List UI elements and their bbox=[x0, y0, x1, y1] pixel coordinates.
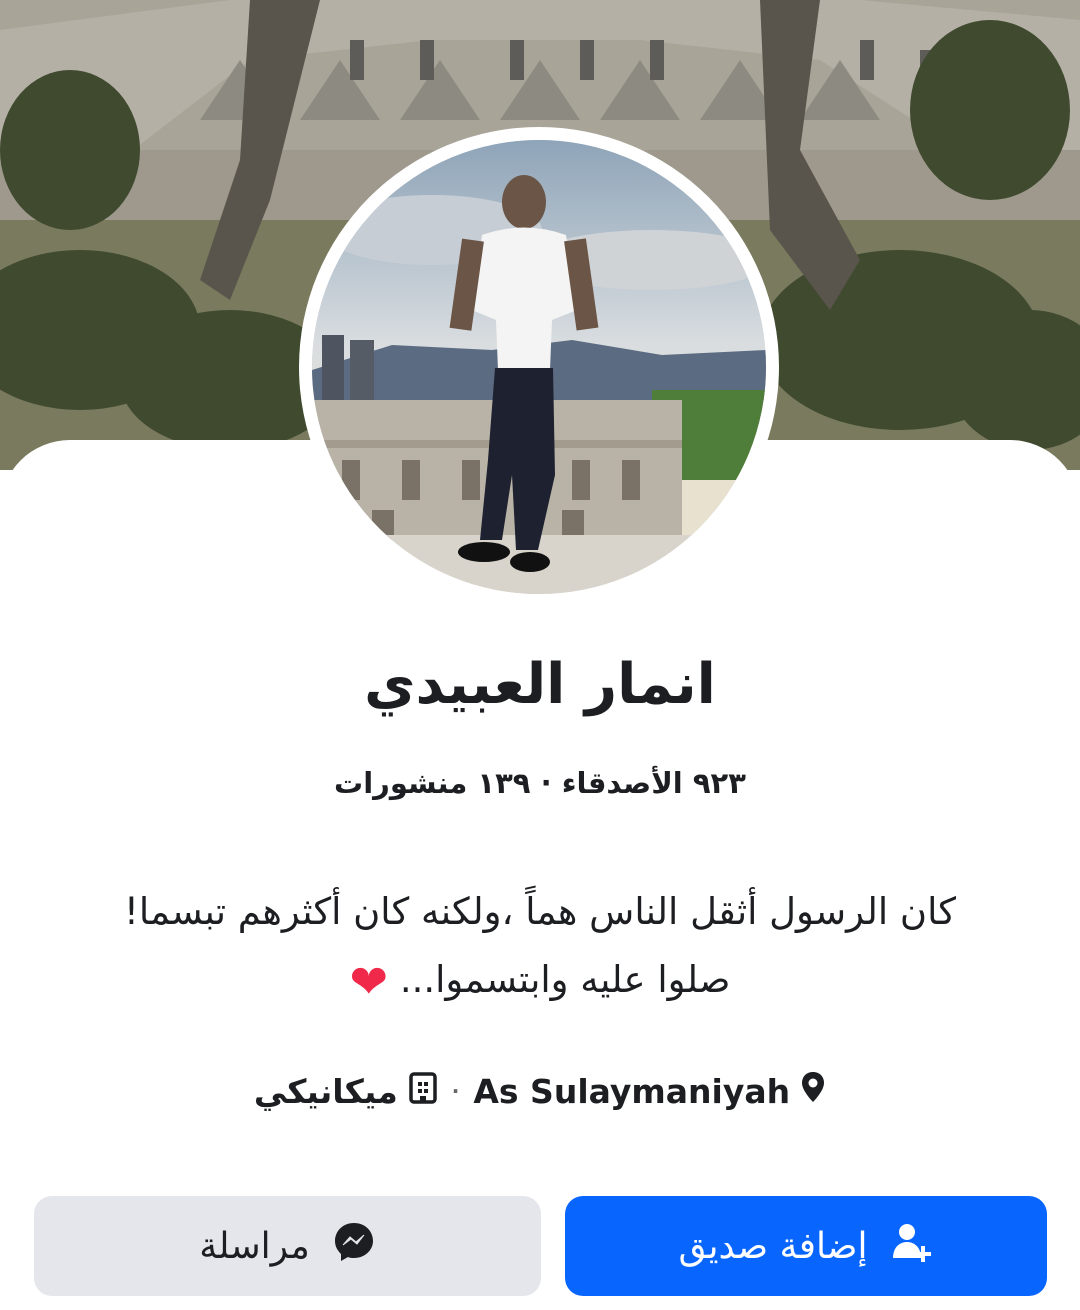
person-add-icon bbox=[890, 1220, 934, 1273]
avatar-photo bbox=[312, 140, 766, 594]
separator-dot: · bbox=[451, 1079, 460, 1103]
profile-stats[interactable]: ٩٢٣ الأصدقاء · ١٣٩ منشورات bbox=[0, 766, 1080, 800]
profile-name: انمار العبيدي bbox=[364, 652, 716, 717]
add-friend-button[interactable]: إضافة صديق bbox=[565, 1196, 1047, 1296]
profile-bio: كان الرسول أثقل الناس هماً ،ولكنه كان أك… bbox=[100, 878, 980, 1016]
message-button[interactable]: مراسلة bbox=[34, 1196, 541, 1296]
map-pin-icon bbox=[800, 1070, 826, 1112]
location-label: As Sulaymaniyah bbox=[473, 1071, 791, 1111]
work-label: ميكانيكي bbox=[253, 1071, 398, 1111]
bio-line-2-text: صلوا عليه وابتسموا... bbox=[399, 958, 731, 1001]
profile-details: ميكانيكي · As Sulaymaniyah bbox=[0, 1066, 1080, 1116]
heart-emoji: ❤ bbox=[349, 954, 389, 1009]
messenger-icon bbox=[332, 1220, 376, 1273]
profile-avatar[interactable] bbox=[299, 127, 779, 607]
building-icon bbox=[408, 1070, 438, 1112]
add-friend-label: إضافة صديق bbox=[678, 1225, 868, 1267]
message-label: مراسلة bbox=[199, 1225, 310, 1267]
bio-line-2: صلوا عليه وابتسموا... ❤ bbox=[100, 946, 980, 1016]
bio-line-1: كان الرسول أثقل الناس هماً ،ولكنه كان أك… bbox=[124, 890, 956, 933]
